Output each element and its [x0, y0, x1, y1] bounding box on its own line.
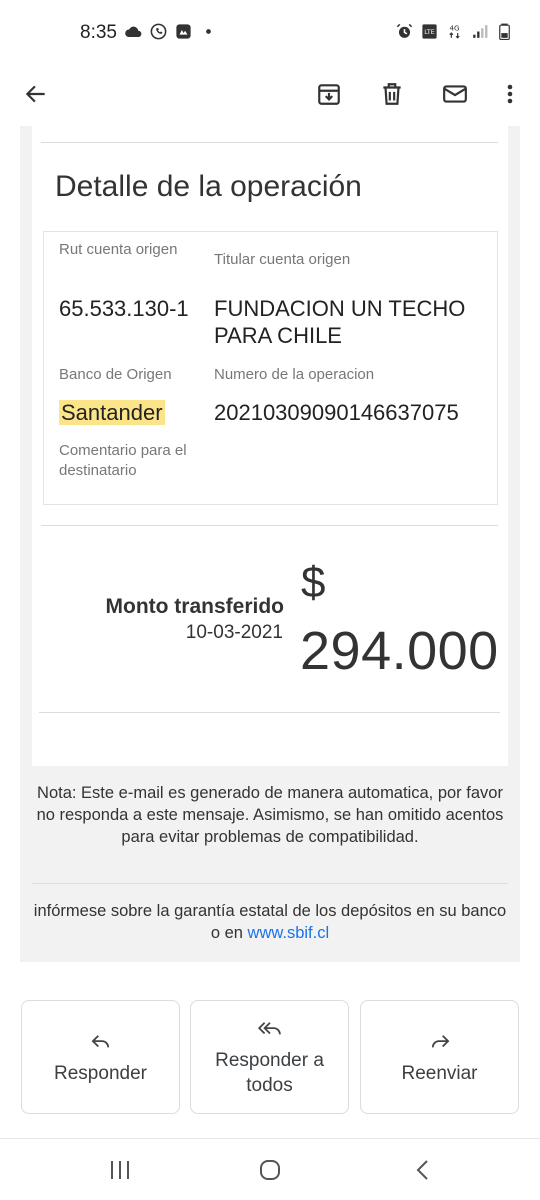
forward-label: Reenviar [401, 1062, 478, 1084]
titular-value: FUNDACION UN TECHO PARA CHILE [214, 296, 466, 348]
reply-all-button[interactable]: Responder a todos [190, 1000, 349, 1114]
amount-value: 294.000 [300, 621, 499, 681]
svg-text:LTE: LTE [424, 29, 435, 36]
bottom-divider [39, 712, 500, 713]
mid-divider [41, 525, 498, 526]
operation-card: Detalle de la operación Rut cuenta orige… [32, 126, 508, 766]
banco-value-highlight: Santander [59, 400, 165, 425]
reply-all-icon [257, 1016, 283, 1042]
amount-label: Monto transferido [105, 595, 285, 618]
4g-icon: 4G [449, 24, 460, 39]
banco-value: Santander [59, 399, 165, 426]
sbif-link[interactable]: www.sbif.cl [248, 924, 330, 942]
delete-icon[interactable] [372, 74, 412, 114]
app-bar [0, 64, 540, 126]
svg-text:4G: 4G [449, 24, 459, 33]
status-time: 8:35 [80, 22, 117, 43]
guarantee-note: infórmese sobre la garantía estatal de l… [28, 900, 512, 944]
cloud-icon [125, 26, 142, 38]
back-arrow-icon[interactable] [16, 74, 56, 114]
note-divider [32, 883, 508, 884]
banco-label: Banco de Origen [59, 366, 172, 383]
automatic-note: Nota: Este e-mail es generado de manera … [36, 784, 504, 846]
alarm-icon [396, 23, 413, 38]
mail-icon[interactable] [435, 74, 475, 114]
app-icon [176, 24, 191, 39]
more-vert-icon[interactable] [490, 74, 530, 114]
top-divider [41, 142, 498, 143]
battery-icon [499, 23, 510, 41]
recent-apps-icon[interactable] [100, 1153, 140, 1187]
numero-label: Numero de la operacion [214, 366, 375, 383]
rut-label: Rut cuenta origen [59, 241, 178, 258]
amount-currency: $ [301, 558, 326, 607]
forward-button[interactable]: Reenviar [360, 1000, 519, 1114]
home-icon[interactable] [250, 1153, 290, 1187]
reply-icon [90, 1029, 112, 1055]
reply-all-label: Responder a todos [215, 1050, 324, 1096]
email-content[interactable]: Detalle de la operación Rut cuenta orige… [0, 126, 540, 1138]
amount-date: 10-03-2021 [185, 622, 283, 643]
detail-box: Rut cuenta origen Titular cuenta origen … [43, 231, 498, 505]
status-bar: 8:35 LTE 4G [0, 0, 540, 64]
numero-value: 20210309090146637075 [214, 400, 459, 425]
system-nav-bar [0, 1138, 540, 1200]
reply-button[interactable]: Responder [21, 1000, 180, 1114]
status-left-icons [124, 22, 218, 41]
archive-icon[interactable] [309, 74, 349, 114]
status-right-icons: LTE 4G [395, 22, 514, 41]
volte-icon: LTE [422, 24, 437, 39]
section-title: Detalle de la operación [55, 170, 362, 203]
email-body: Detalle de la operación Rut cuenta orige… [20, 126, 520, 962]
whatsapp-icon [150, 23, 167, 40]
comentario-label: Comentario para el destinatario [59, 442, 187, 479]
dot-icon [206, 29, 211, 34]
signal-icon [473, 25, 488, 38]
forward-icon [429, 1029, 451, 1055]
back-icon[interactable] [403, 1153, 443, 1187]
reply-label: Responder [54, 1062, 147, 1084]
rut-value: 65.533.130-1 [59, 296, 189, 321]
titular-label: Titular cuenta origen [214, 251, 351, 268]
